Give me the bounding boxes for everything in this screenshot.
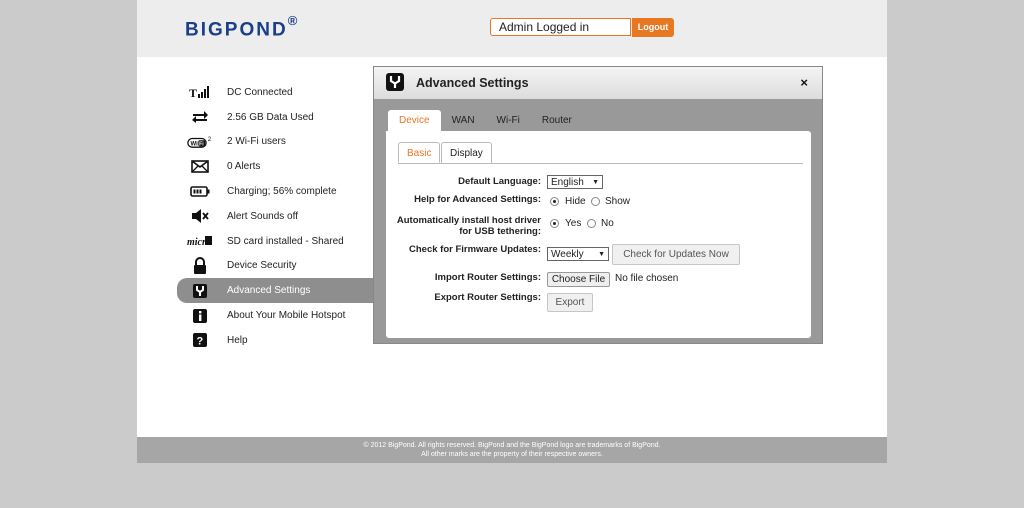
wrench-icon	[386, 73, 404, 91]
registered-mark: ®	[287, 13, 298, 28]
sidebar-item-label: SD card installed - Shared	[227, 235, 344, 247]
sidebar-item-advanced-settings[interactable]: Advanced Settings	[177, 278, 373, 304]
choose-file-button[interactable]: Choose File	[547, 272, 610, 287]
tab-router[interactable]: Router	[531, 110, 583, 131]
usb-label: Automatically install host driver for US…	[397, 215, 541, 237]
device-settings-content: Basic Display Default Language: English …	[386, 131, 811, 338]
logout-button[interactable]: Logout	[632, 18, 674, 37]
panel-title: Advanced Settings	[416, 76, 529, 90]
export-label: Export Router Settings:	[434, 292, 541, 303]
page-container: BIGPOND® Admin Logged in Logout T DC Con…	[137, 0, 887, 463]
svg-text:Wi: Wi	[190, 141, 198, 147]
export-button[interactable]: Export	[547, 293, 593, 312]
usb-no-label: No	[601, 218, 614, 229]
sidebar-item-label: Charging; 56% complete	[227, 186, 337, 198]
usb-yes-radio[interactable]	[550, 219, 559, 228]
logo-text: BIGPOND	[185, 19, 288, 41]
firmware-select[interactable]: Weekly ▼	[547, 247, 609, 261]
svg-text:2: 2	[208, 137, 212, 143]
svg-text:?: ?	[197, 336, 204, 348]
sidebar-item-label: 2.56 GB Data Used	[227, 111, 314, 123]
language-select[interactable]: English ▼	[547, 175, 603, 189]
language-value: English	[551, 177, 584, 188]
sidebar-item-label: Alert Sounds off	[227, 210, 298, 222]
bigpond-logo: BIGPOND®	[185, 13, 298, 41]
svg-text:T: T	[189, 86, 197, 98]
subtabs: Basic Display	[398, 142, 803, 164]
help-label: Help for Advanced Settings:	[414, 194, 541, 205]
dropdown-arrow-icon: ▼	[598, 251, 605, 258]
header: BIGPOND® Admin Logged in Logout	[137, 0, 887, 57]
sidebar-item-alerts[interactable]: 0 Alerts	[177, 154, 377, 179]
transfer-arrows-icon	[187, 107, 213, 127]
login-status: Admin Logged in	[490, 18, 631, 36]
info-icon	[187, 306, 213, 326]
sidebar-item-label: 0 Alerts	[227, 161, 261, 173]
usb-yes-label: Yes	[565, 218, 582, 229]
footer-copyright: © 2012 BigPond. All rights reserved. Big…	[363, 442, 661, 449]
sidebar-item-label: Help	[227, 334, 248, 346]
question-icon: ?	[187, 330, 213, 350]
help-hide-radio[interactable]	[550, 197, 559, 206]
close-icon[interactable]: ×	[800, 75, 808, 90]
envelope-icon	[187, 157, 213, 177]
advanced-settings-panel: Advanced Settings × Device WAN Wi-Fi Rou…	[373, 66, 823, 344]
sidebar-item-connection[interactable]: T DC Connected	[177, 80, 377, 105]
speaker-muted-icon	[187, 206, 213, 226]
help-hide-label: Hide	[565, 196, 586, 207]
subtab-display[interactable]: Display	[441, 142, 492, 163]
import-label: Import Router Settings:	[434, 272, 541, 283]
sidebar-item-label: Advanced Settings	[227, 285, 311, 297]
usb-label-line2: for USB tethering:	[459, 226, 541, 237]
tab-wifi[interactable]: Wi-Fi	[486, 110, 531, 131]
sidebar-item-label: About Your Mobile Hotspot	[227, 310, 346, 322]
sidebar-item-sd-card[interactable]: micro SD card installed - Shared	[177, 229, 377, 254]
sd-card-icon: micro	[187, 231, 213, 251]
sidebar: T DC Connected 2.56 GB Data Used Wi Fi 2 2…	[177, 80, 377, 353]
help-show-radio[interactable]	[591, 197, 600, 206]
sidebar-item-wifi-users[interactable]: Wi Fi 2 2 Wi-Fi users	[177, 130, 377, 155]
panel-tabs: Device WAN Wi-Fi Router	[388, 110, 583, 131]
usb-no-radio[interactable]	[587, 219, 596, 228]
panel-header: Advanced Settings ×	[374, 67, 822, 99]
lock-icon	[187, 256, 213, 276]
sidebar-item-label: DC Connected	[227, 86, 293, 98]
usb-label-line1: Automatically install host driver	[396, 215, 541, 226]
dropdown-arrow-icon: ▼	[592, 179, 599, 186]
sidebar-item-label: Device Security	[227, 260, 297, 272]
wifi-icon: Wi Fi 2	[187, 132, 213, 152]
language-label: Default Language:	[458, 176, 541, 187]
firmware-value: Weekly	[551, 249, 584, 260]
svg-text:Fi: Fi	[199, 141, 204, 147]
sidebar-item-label: 2 Wi-Fi users	[227, 136, 286, 148]
help-show-label: Show	[605, 196, 631, 207]
footer-trademarks: All other marks are the property of thei…	[421, 451, 603, 458]
sidebar-item-about[interactable]: About Your Mobile Hotspot	[177, 303, 377, 328]
footer: © 2012 BigPond. All rights reserved. Big…	[137, 437, 887, 463]
sidebar-item-alert-sounds[interactable]: Alert Sounds off	[177, 204, 377, 229]
tab-device[interactable]: Device	[388, 110, 441, 131]
signal-icon: T	[187, 82, 213, 102]
sidebar-item-battery[interactable]: Charging; 56% complete	[177, 179, 377, 204]
tab-wan[interactable]: WAN	[441, 110, 486, 131]
battery-icon	[187, 182, 213, 202]
check-updates-button[interactable]: Check for Updates Now	[612, 244, 740, 265]
no-file-chosen-text: No file chosen	[615, 273, 679, 284]
sidebar-item-device-security[interactable]: Device Security	[177, 254, 377, 279]
wrench-icon	[187, 281, 213, 301]
firmware-label: Check for Firmware Updates:	[409, 244, 541, 255]
sidebar-item-data-used[interactable]: 2.56 GB Data Used	[177, 105, 377, 130]
subtab-basic[interactable]: Basic	[398, 142, 441, 163]
sidebar-item-help[interactable]: ? Help	[177, 328, 377, 353]
